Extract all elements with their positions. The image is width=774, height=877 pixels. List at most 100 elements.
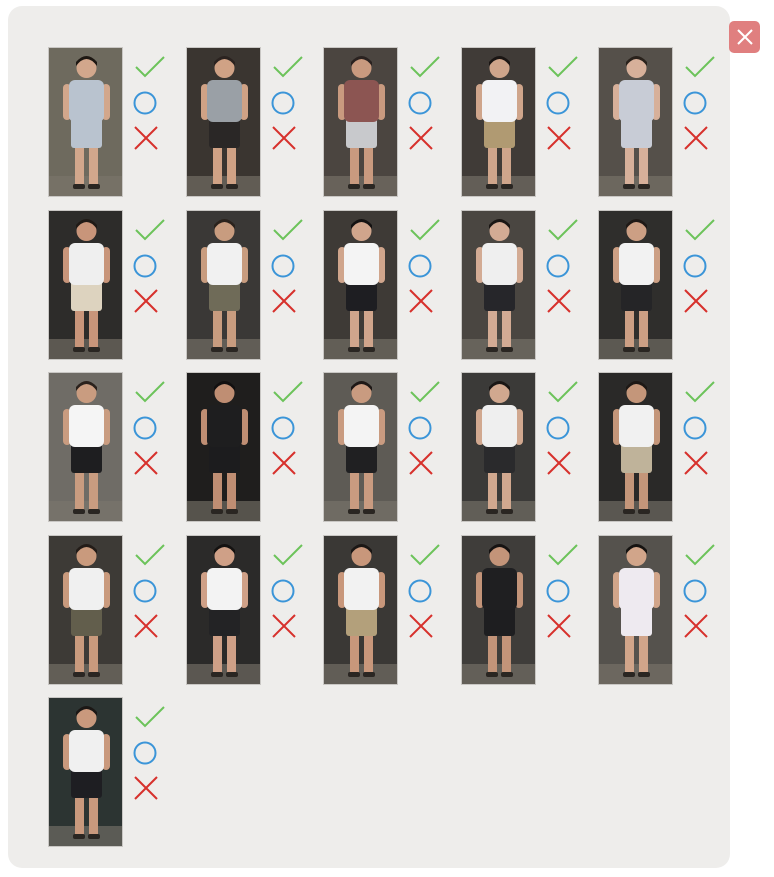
person-thumbnail[interactable]	[323, 47, 398, 197]
accept-button[interactable]	[133, 216, 167, 244]
person-thumbnail[interactable]	[185, 47, 261, 197]
accept-button[interactable]	[133, 53, 167, 81]
reject-button[interactable]	[408, 449, 442, 477]
reject-button[interactable]	[546, 612, 580, 640]
accept-button[interactable]	[271, 53, 305, 81]
unsure-button[interactable]	[133, 414, 167, 442]
reject-button[interactable]	[133, 124, 167, 152]
reject-button[interactable]	[408, 124, 442, 152]
unsure-button[interactable]	[271, 89, 305, 117]
reject-button[interactable]	[546, 287, 580, 315]
reject-button[interactable]	[271, 287, 305, 315]
gallery-panel	[8, 6, 730, 868]
check-icon	[547, 543, 578, 565]
accept-button[interactable]	[683, 53, 717, 81]
check-icon	[410, 56, 440, 78]
unsure-button[interactable]	[408, 89, 442, 117]
person-thumbnail[interactable]	[460, 534, 536, 685]
person-thumbnail[interactable]	[598, 372, 673, 522]
accept-button[interactable]	[408, 541, 442, 569]
accept-button[interactable]	[408, 53, 442, 81]
candidate-item	[48, 534, 173, 685]
reject-button[interactable]	[546, 449, 580, 477]
reject-button[interactable]	[683, 124, 717, 152]
person-thumbnail[interactable]	[323, 209, 398, 360]
reject-button[interactable]	[408, 287, 442, 315]
cross-icon	[409, 288, 433, 313]
person-thumbnail[interactable]	[185, 534, 261, 685]
unsure-button[interactable]	[133, 89, 167, 117]
accept-button[interactable]	[683, 541, 717, 569]
unsure-button[interactable]	[546, 252, 580, 280]
accept-button[interactable]	[546, 53, 580, 81]
person-thumbnail[interactable]	[48, 697, 123, 847]
accept-button[interactable]	[271, 541, 305, 569]
unsure-button[interactable]	[133, 577, 167, 605]
person-thumbnail[interactable]	[598, 209, 673, 360]
accept-button[interactable]	[683, 216, 717, 244]
check-icon	[135, 706, 165, 728]
unsure-button[interactable]	[271, 577, 305, 605]
person-thumbnail[interactable]	[48, 372, 123, 522]
unsure-button[interactable]	[408, 252, 442, 280]
check-icon	[135, 381, 165, 403]
unsure-button[interactable]	[408, 577, 442, 605]
unsure-button[interactable]	[683, 414, 717, 442]
reject-button[interactable]	[408, 612, 442, 640]
person-thumbnail[interactable]	[48, 47, 123, 197]
accept-button[interactable]	[271, 216, 305, 244]
reject-button[interactable]	[271, 449, 305, 477]
accept-button[interactable]	[546, 541, 580, 569]
reject-button[interactable]	[133, 449, 167, 477]
person-thumbnail[interactable]	[598, 534, 673, 685]
cross-icon	[271, 126, 296, 150]
unsure-button[interactable]	[683, 577, 717, 605]
reject-button[interactable]	[683, 612, 717, 640]
check-icon	[272, 56, 303, 78]
person-thumbnail[interactable]	[323, 534, 398, 685]
reject-button[interactable]	[133, 774, 167, 802]
close-button[interactable]	[729, 21, 760, 53]
unsure-button[interactable]	[546, 89, 580, 117]
unsure-button[interactable]	[683, 252, 717, 280]
reject-button[interactable]	[271, 124, 305, 152]
person-thumbnail[interactable]	[323, 372, 398, 522]
person-thumbnail[interactable]	[460, 209, 536, 360]
reject-button[interactable]	[133, 612, 167, 640]
unsure-button[interactable]	[546, 414, 580, 442]
reject-button[interactable]	[271, 612, 305, 640]
unsure-button[interactable]	[133, 252, 167, 280]
person-thumbnail[interactable]	[48, 209, 123, 360]
candidate-item	[598, 534, 723, 685]
circle-icon	[271, 91, 294, 115]
person-thumbnail[interactable]	[185, 209, 261, 360]
accept-button[interactable]	[408, 216, 442, 244]
circle-icon	[408, 91, 432, 115]
reject-button[interactable]	[133, 287, 167, 315]
accept-button[interactable]	[133, 541, 167, 569]
accept-button[interactable]	[546, 378, 580, 406]
reject-button[interactable]	[546, 124, 580, 152]
unsure-button[interactable]	[271, 252, 305, 280]
accept-button[interactable]	[683, 378, 717, 406]
accept-button[interactable]	[546, 216, 580, 244]
reject-button[interactable]	[683, 287, 717, 315]
unsure-button[interactable]	[408, 414, 442, 442]
circle-icon	[133, 254, 157, 277]
accept-button[interactable]	[271, 378, 305, 406]
unsure-button[interactable]	[683, 89, 717, 117]
person-thumbnail[interactable]	[48, 534, 123, 685]
person-thumbnail[interactable]	[460, 372, 536, 522]
accept-button[interactable]	[133, 378, 167, 406]
person-thumbnail[interactable]	[460, 47, 536, 197]
accept-button[interactable]	[133, 703, 167, 731]
unsure-button[interactable]	[271, 414, 305, 442]
check-icon	[410, 218, 440, 240]
person-thumbnail[interactable]	[185, 372, 261, 522]
reject-button[interactable]	[683, 449, 717, 477]
person-thumbnail[interactable]	[598, 47, 673, 197]
unsure-button[interactable]	[546, 577, 580, 605]
accept-button[interactable]	[408, 378, 442, 406]
unsure-button[interactable]	[133, 739, 167, 767]
cross-icon	[271, 288, 296, 313]
